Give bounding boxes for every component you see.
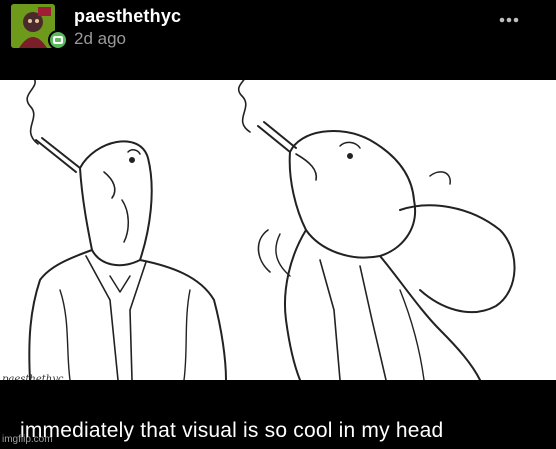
- sketch-drawing: [26, 73, 516, 381]
- username[interactable]: paesthethyc: [74, 6, 181, 27]
- timestamp[interactable]: 2d ago: [74, 29, 126, 49]
- post-image: paesthethyc: [0, 73, 556, 385]
- post-header: paesthethyc 2d ago: [0, 0, 556, 80]
- more-options-icon[interactable]: [494, 10, 524, 30]
- status-badge-icon: [48, 30, 68, 50]
- imgflip-watermark: imgflip.com: [2, 434, 53, 445]
- caption-text: immediately that visual is so cool in my…: [20, 419, 444, 442]
